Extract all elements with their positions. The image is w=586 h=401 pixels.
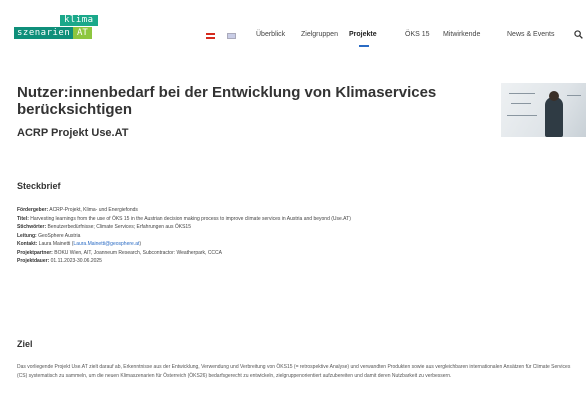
fact-value: ACRP-Projekt, Klima- und Energiefonds: [48, 207, 138, 213]
fact-label: Leitung:: [17, 232, 37, 239]
whiteboard: [501, 83, 586, 137]
fact-label: Kontakt:: [17, 241, 38, 247]
fact-row: Projektpartner: BOKU Wien, AIT, Joanneum…: [17, 249, 577, 258]
person-head: [549, 91, 559, 101]
search-icon[interactable]: [574, 30, 583, 39]
site-header: klima szenarien AT Überblick Zielgruppen…: [0, 0, 586, 58]
fact-value: Laura Mainetti (: [37, 241, 74, 247]
logo-text-at: AT: [73, 27, 92, 39]
klimaszenarien-logo[interactable]: klima szenarien AT: [14, 15, 102, 43]
fact-row: Projektdauer: 01.11.2023-30.06.2025: [17, 257, 577, 266]
ziel-paragraph: Das vorliegende Projekt Use.AT zielt dar…: [17, 364, 571, 379]
nav-item-oeks15[interactable]: ÖKS 15: [405, 31, 430, 38]
fact-value: Benutzerbedürfnisse; Climate Services; E…: [46, 224, 191, 230]
fact-label: Fördergeber:: [17, 207, 49, 213]
nav-item-ueberblick[interactable]: Überblick: [256, 31, 285, 38]
fact-value: BOKU Wien, AIT, Joanneum Research, Subco…: [52, 249, 222, 256]
nav-active-indicator: [359, 45, 369, 47]
person-figure: [545, 97, 563, 137]
fact-value: GeoSphere Austria: [36, 232, 81, 239]
contact-email-link[interactable]: Laura.Mainetti@geosphere.at: [73, 241, 139, 247]
nav-item-mitwirkende[interactable]: Mitwirkende: [443, 31, 480, 38]
page-subtitle: ACRP Projekt Use.AT: [17, 127, 129, 139]
fact-value: Harvesting learnings from the use of ÖKS…: [28, 215, 351, 222]
hero-image: [501, 83, 586, 137]
steckbrief-list: Fördergeber: ACRP-Projekt, Klima- und En…: [17, 206, 577, 266]
nav-item-zielgruppen[interactable]: Zielgruppen: [301, 31, 338, 38]
fact-row: Kontakt: Laura Mainetti (Laura.Mainetti@…: [17, 240, 577, 249]
logo-text-klima: klima: [60, 15, 98, 26]
fact-row: Fördergeber: ACRP-Projekt, Klima- und En…: [17, 206, 577, 215]
nav-item-projekte[interactable]: Projekte: [349, 31, 377, 38]
ziel-heading: Ziel: [17, 339, 33, 349]
steckbrief-heading: Steckbrief: [17, 181, 61, 191]
fact-value-suffix: ): [139, 241, 142, 247]
page-title: Nutzer:innenbedarf bei der Entwicklung v…: [17, 84, 437, 118]
fact-label: Stichwörter:: [17, 224, 47, 230]
nav-item-news-events[interactable]: News & Events: [507, 31, 554, 38]
flag-at-icon[interactable]: [206, 33, 215, 39]
fact-label: Projektpartner:: [17, 249, 53, 256]
fact-row: Stichwörter: Benutzerbedürfnisse; Climat…: [17, 223, 577, 232]
fact-label: Titel:: [17, 215, 29, 222]
flag-uk-icon[interactable]: [227, 33, 236, 39]
fact-label: Projektdauer:: [17, 258, 50, 264]
logo-text-szenarien: szenarien: [14, 27, 74, 39]
fact-value: 01.11.2023-30.06.2025: [49, 258, 102, 264]
fact-row: Titel: Harvesting learnings from the use…: [17, 215, 577, 224]
fact-row: Leitung: GeoSphere Austria: [17, 232, 577, 241]
